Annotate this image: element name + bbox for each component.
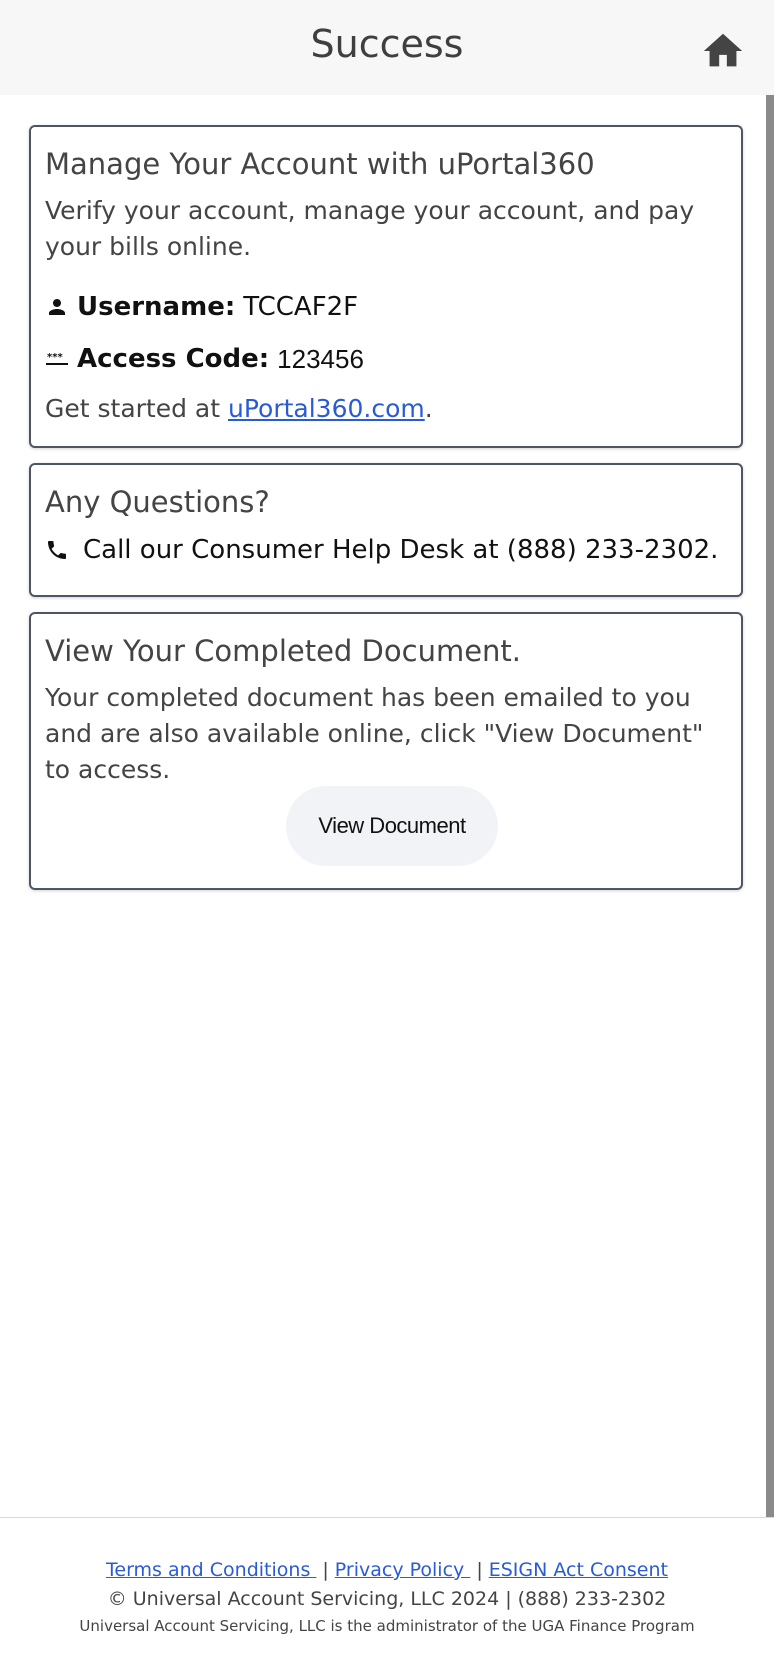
username-value: TCCAF2F (243, 292, 359, 322)
footer-links: Terms and Conditions | Privacy Policy | ES… (0, 1555, 774, 1585)
footer-copyright: © Universal Account Servicing, LLC 2024 … (107, 1588, 667, 1610)
access-code-label: Access Code: (77, 344, 270, 374)
get-started-text: Get started at uPortal360.com. (45, 391, 727, 427)
access-code-row: *** Access Code: 123456 (45, 339, 727, 379)
questions-card: Any Questions? Call our Consumer Help De… (29, 463, 743, 597)
help-desk-row: Call our Consumer Help Desk at (888) 233… (45, 535, 727, 565)
access-code-value: 123456 (277, 343, 364, 374)
document-card-title: View Your Completed Document. (45, 634, 522, 668)
account-card-description: Verify your account, manage your account… (45, 196, 695, 261)
view-document-button[interactable]: View Document (286, 786, 498, 866)
footer-separator: | (322, 1559, 329, 1581)
username-row: Username: TCCAF2F (45, 287, 727, 327)
username-label: Username: (77, 292, 236, 322)
document-card: View Your Completed Document. Your compl… (29, 612, 743, 890)
password-icon: *** (45, 347, 69, 371)
help-desk-text: Call our Consumer Help Desk at (888) 233… (83, 535, 719, 565)
svg-text:***: *** (47, 352, 63, 363)
get-started-prefix: Get started at (45, 394, 228, 423)
portal-link[interactable]: uPortal360.com (228, 394, 425, 423)
person-icon (45, 295, 69, 319)
footer-admin-note: Universal Account Servicing, LLC is the … (79, 1617, 695, 1635)
questions-card-title: Any Questions? (45, 485, 270, 519)
page-title: Success (310, 22, 464, 66)
page-header: Success (0, 0, 774, 95)
account-card: Manage Your Account with uPortal360 Veri… (29, 125, 743, 448)
home-button[interactable] (700, 28, 746, 74)
get-started-suffix: . (424, 394, 433, 423)
home-icon (703, 33, 743, 67)
account-card-title: Manage Your Account with uPortal360 (45, 147, 595, 181)
privacy-link[interactable]: Privacy Policy (335, 1559, 471, 1581)
footer-separator: | (476, 1559, 483, 1581)
page-footer: Terms and Conditions | Privacy Policy | ES… (0, 1555, 774, 1639)
footer-divider (0, 1517, 774, 1518)
scrollbar[interactable] (766, 95, 774, 1517)
terms-link[interactable]: Terms and Conditions (106, 1559, 316, 1581)
document-card-description: Your completed document has been emailed… (45, 683, 704, 784)
esign-link[interactable]: ESIGN Act Consent (489, 1559, 668, 1581)
phone-icon (45, 538, 69, 562)
